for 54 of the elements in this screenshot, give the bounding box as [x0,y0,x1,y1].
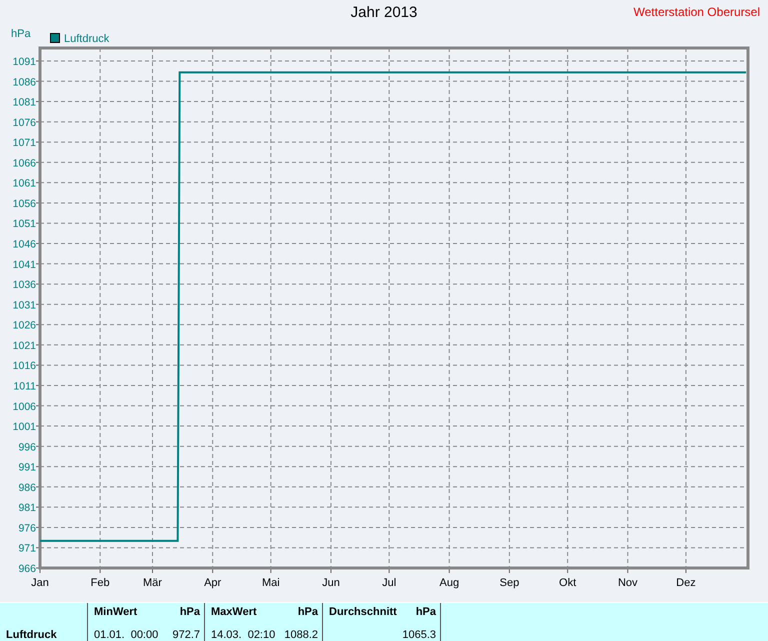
unit-label: hPa [11,28,31,40]
x-tick-label: Jul [382,576,396,589]
x-tick-label: Aug [440,576,460,589]
legend-label: Luftdruck [64,32,110,45]
y-tick-label: 1011 [13,380,36,392]
y-tick-label: 1086 [12,76,36,88]
y-tick-label: 1021 [12,340,36,352]
y-tick-label: 1036 [12,279,36,292]
time-cell: 01.01. 00:00 [94,629,158,641]
y-tick-label: 1056 [12,198,36,210]
value-cell: 972.7 [172,629,200,641]
y-tick-label: 1001 [12,421,36,433]
y-tick-label: 1031 [12,299,36,312]
unit-header: hPa [298,606,318,618]
x-tick-label: Mär [143,576,162,589]
y-tick-label: 1081 [12,96,36,108]
time-cell: 14.03. 02:10 [211,629,276,641]
y-tick-label: 991 [18,462,36,474]
value-cell: 1065.3 [402,629,436,641]
y-tick-label: 1046 [12,238,36,250]
y-tick-label: 1051 [12,218,36,230]
column-header: Durchschnitt [329,606,397,618]
y-tick-label: 1016 [12,360,36,372]
unit-header: hPa [416,606,436,618]
y-tick-label: 996 [18,441,36,454]
y-tick-label: 1041 [12,258,36,271]
y-tick-label: 1006 [12,400,36,413]
y-tick-label: 971 [18,542,36,555]
y-tick-label: 1071 [12,137,36,150]
value-cell: 1088.2 [284,629,318,641]
x-tick-label: Jan [31,576,49,589]
y-tick-label: 976 [18,522,36,534]
y-tick-label: 966 [18,562,36,575]
y-tick-label: 1026 [12,320,36,332]
chart-title: Jahr 2013 [350,4,418,22]
x-tick-label: Sep [500,576,520,589]
y-tick-label: 986 [18,482,36,494]
x-tick-label: Nov [618,576,638,589]
y-tick-label: 1076 [12,116,36,129]
station-name: Wetterstation Oberursel [634,5,760,19]
row-label: Luftdruck [6,629,58,641]
x-tick-label: Apr [204,576,222,589]
unit-header: hPa [180,606,200,618]
y-tick-label: 1091 [12,56,36,68]
column-header: MaxWert [211,606,257,618]
column-header: MinWert [94,606,138,618]
x-tick-label: Jun [322,576,340,589]
x-tick-label: Dez [676,576,696,589]
x-tick-label: Okt [559,576,576,589]
y-tick-label: 1061 [12,178,36,190]
x-tick-label: Feb [90,576,110,589]
x-tick-label: Mai [262,576,280,589]
y-tick-label: 981 [18,502,36,514]
y-tick-label: 1066 [12,157,36,170]
